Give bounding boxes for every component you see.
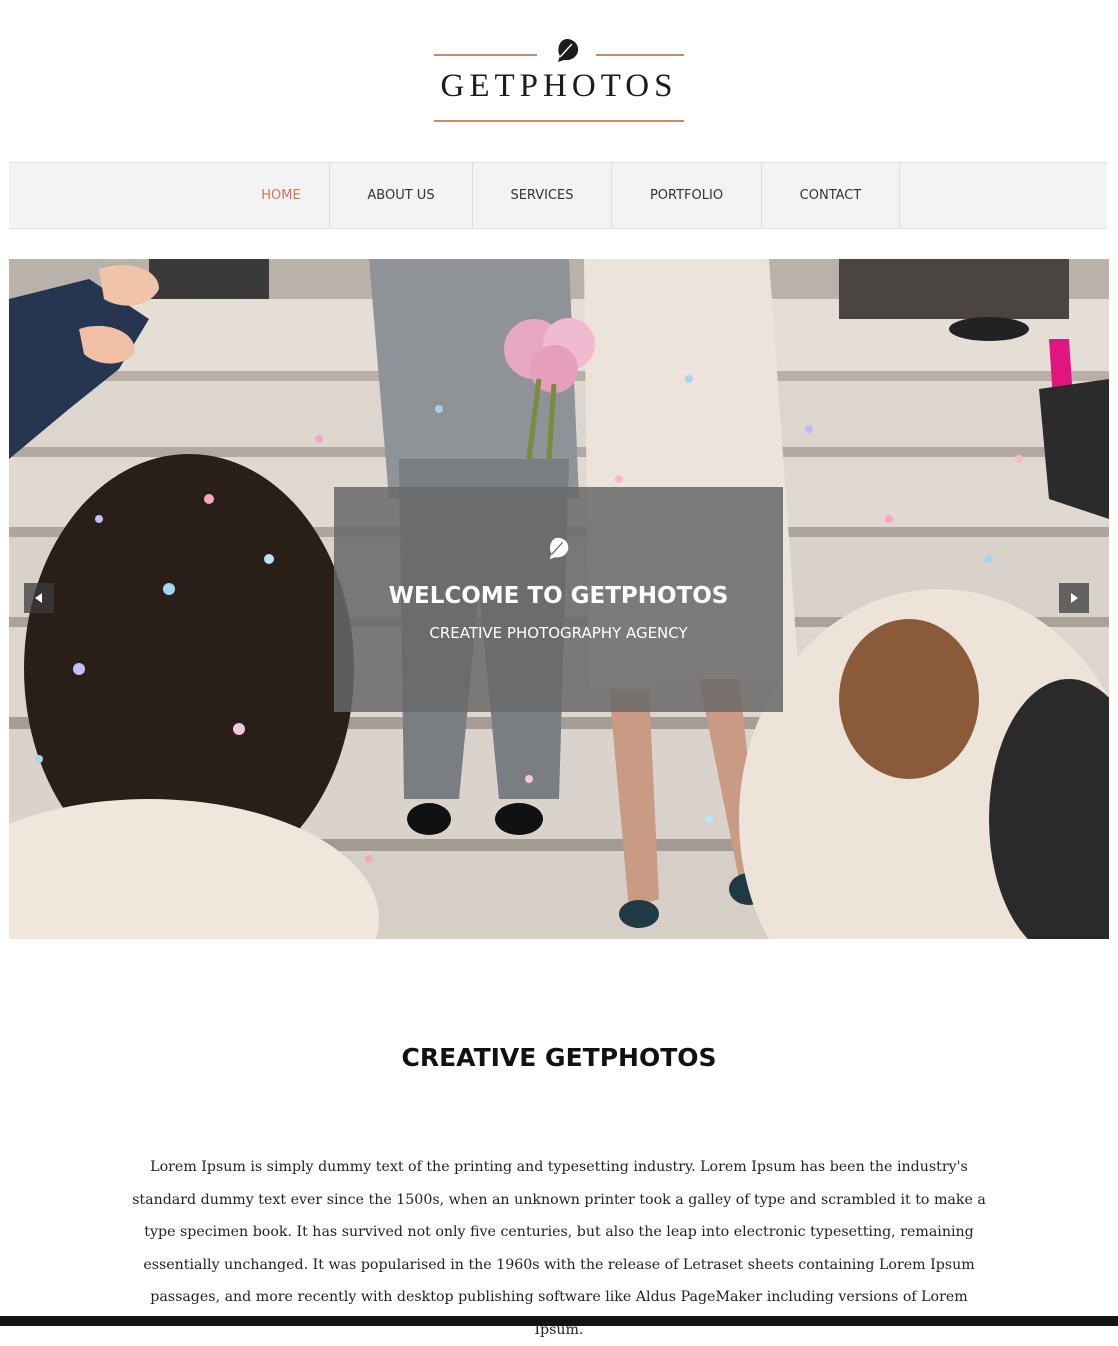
footer-edge [0,1316,1118,1326]
logo-rule-left [434,54,537,56]
main-navigation: HOME ABOUT US SERVICES PORTFOLIO CONTACT [9,162,1107,229]
site-logo[interactable]: GETPHOTOS [0,0,1118,140]
hero-title: WELCOME TO GETPHOTOS [388,583,729,609]
arrow-left-icon [35,593,42,603]
hero-subtitle: CREATIVE PHOTOGRAPHY AGENCY [429,624,688,642]
nav-item-services[interactable]: SERVICES [473,163,611,228]
logo-rule-bottom [434,120,684,122]
nav-item-home[interactable]: HOME [233,163,329,228]
slider-next-button[interactable] [1059,583,1089,613]
nav-item-contact[interactable]: CONTACT [762,163,899,228]
leaf-icon [549,537,569,560]
arrow-right-icon [1071,593,1078,603]
nav-divider [899,163,900,228]
hero-caption: WELCOME TO GETPHOTOS CREATIVE PHOTOGRAPH… [334,487,783,712]
nav-item-portfolio[interactable]: PORTFOLIO [612,163,761,228]
leaf-icon [558,39,579,62]
logo-rule-right [596,54,684,56]
slider-prev-button[interactable] [24,583,54,613]
logo-text: GETPHOTOS [440,68,678,104]
section-title: CREATIVE GETPHOTOS [401,1043,717,1072]
nav-item-about-us[interactable]: ABOUT US [330,163,472,228]
hero-slider: WELCOME TO GETPHOTOS CREATIVE PHOTOGRAPH… [9,259,1109,939]
